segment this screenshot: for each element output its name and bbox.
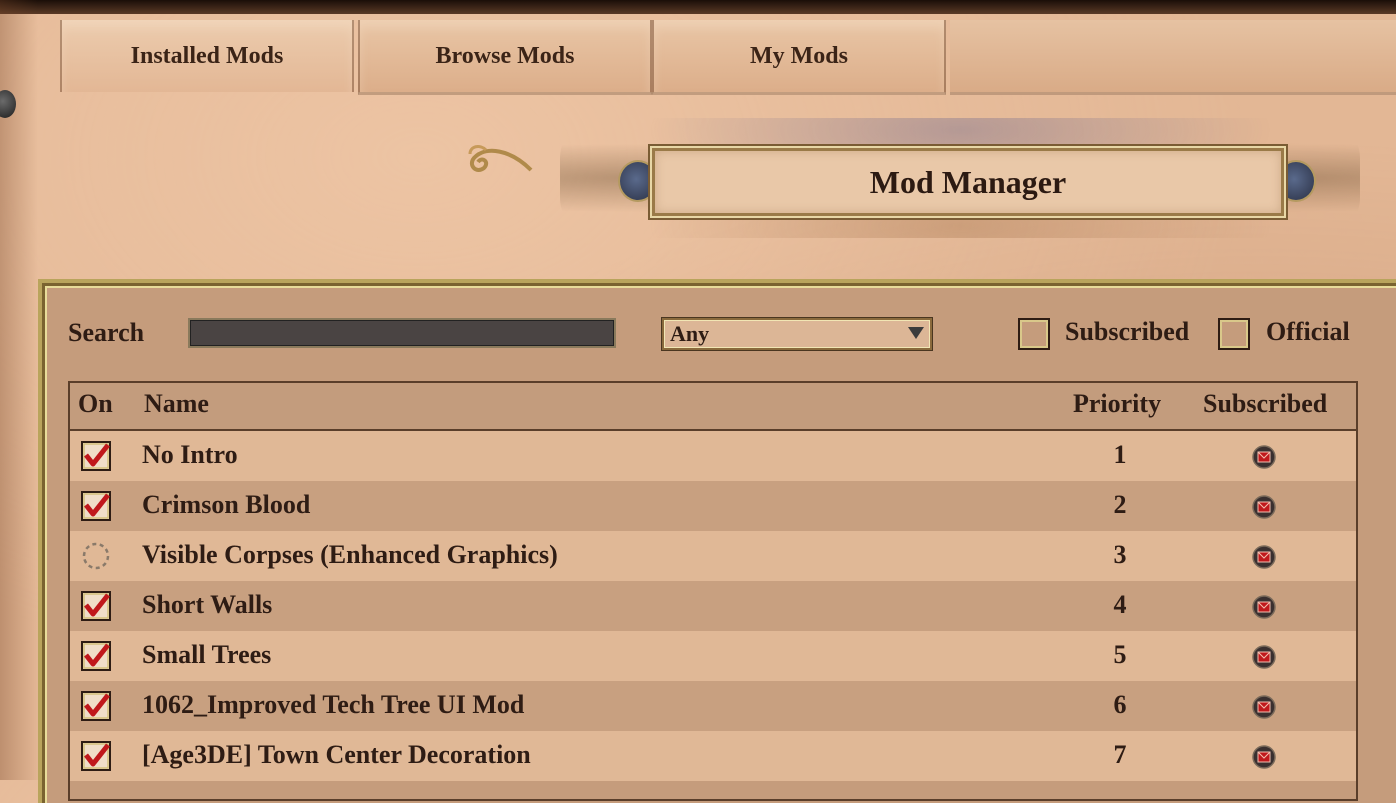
category-dropdown-value: Any (670, 321, 710, 346)
tab-installed-mods[interactable]: Installed Mods (60, 20, 354, 92)
tab-bar: Installed Mods Browse Mods My Mods (60, 14, 1396, 96)
mod-name: [Age3DE] Town Center Decoration (142, 740, 531, 769)
mod-priority: 4 (1113, 590, 1127, 619)
mod-name: Visible Corpses (Enhanced Graphics) (142, 540, 558, 569)
enabled-checkbox[interactable] (80, 590, 112, 622)
subscribed-icon[interactable] (1252, 445, 1276, 469)
table-header: On Name Priority Subscribed (70, 383, 1356, 431)
column-header-name[interactable]: Name (144, 389, 209, 419)
subscribed-filter-checkbox[interactable] (1018, 318, 1050, 350)
enabled-checkbox[interactable] (80, 740, 112, 772)
mod-name: No Intro (142, 440, 238, 469)
tab-browse-mods[interactable]: Browse Mods (358, 20, 652, 95)
column-header-subscribed[interactable]: Subscribed (1203, 389, 1327, 419)
enabled-checkbox[interactable] (80, 640, 112, 672)
table-row[interactable]: Crimson Blood 2 (70, 481, 1356, 531)
table-row[interactable]: Short Walls 4 (70, 581, 1356, 631)
mod-priority: 6 (1113, 690, 1127, 719)
category-dropdown[interactable]: Any (662, 318, 932, 350)
mod-priority: 5 (1113, 640, 1127, 669)
search-label: Search (68, 318, 145, 347)
mod-name: Crimson Blood (142, 490, 311, 519)
enabled-checkbox[interactable] (80, 690, 112, 722)
loading-spinner-icon[interactable] (80, 540, 112, 572)
page-title: Mod Manager (652, 148, 1284, 216)
mod-priority: 3 (1113, 540, 1127, 569)
mod-priority: 1 (1113, 440, 1127, 469)
table-row[interactable]: 1062_Improved Tech Tree UI Mod 6 (70, 681, 1356, 731)
subscribed-icon[interactable] (1252, 645, 1276, 669)
mod-name: Short Walls (142, 590, 273, 619)
table-row[interactable]: Small Trees 5 (70, 631, 1356, 681)
subscribed-filter-label: Subscribed (1065, 317, 1190, 346)
mod-priority: 2 (1113, 490, 1127, 519)
scroll-flourish-icon (468, 145, 533, 172)
mod-priority: 7 (1113, 740, 1127, 769)
official-filter-checkbox[interactable] (1218, 318, 1250, 350)
official-filter-label: Official (1266, 317, 1350, 346)
mod-name: 1062_Improved Tech Tree UI Mod (142, 690, 525, 719)
mod-name: Small Trees (142, 640, 272, 669)
subscribed-icon[interactable] (1252, 545, 1276, 569)
search-input[interactable] (188, 318, 616, 348)
enabled-checkbox[interactable] (80, 440, 112, 472)
subscribed-icon[interactable] (1252, 595, 1276, 619)
tab-my-mods[interactable]: My Mods (652, 20, 946, 95)
mod-table: On Name Priority Subscribed No Intro 1 C… (68, 381, 1358, 801)
tab-bar-filler (950, 20, 1396, 95)
top-border-decoration (0, 0, 1396, 14)
chevron-down-icon (908, 327, 924, 339)
table-row[interactable]: No Intro 1 (70, 431, 1356, 481)
column-header-priority[interactable]: Priority (1073, 389, 1161, 419)
subscribed-icon[interactable] (1252, 745, 1276, 769)
subscribed-icon[interactable] (1252, 495, 1276, 519)
column-header-on[interactable]: On (78, 389, 113, 419)
table-row[interactable]: [Age3DE] Town Center Decoration 7 (70, 731, 1356, 781)
subscribed-icon[interactable] (1252, 695, 1276, 719)
table-row[interactable]: Visible Corpses (Enhanced Graphics) 3 (70, 531, 1356, 581)
enabled-checkbox[interactable] (80, 490, 112, 522)
